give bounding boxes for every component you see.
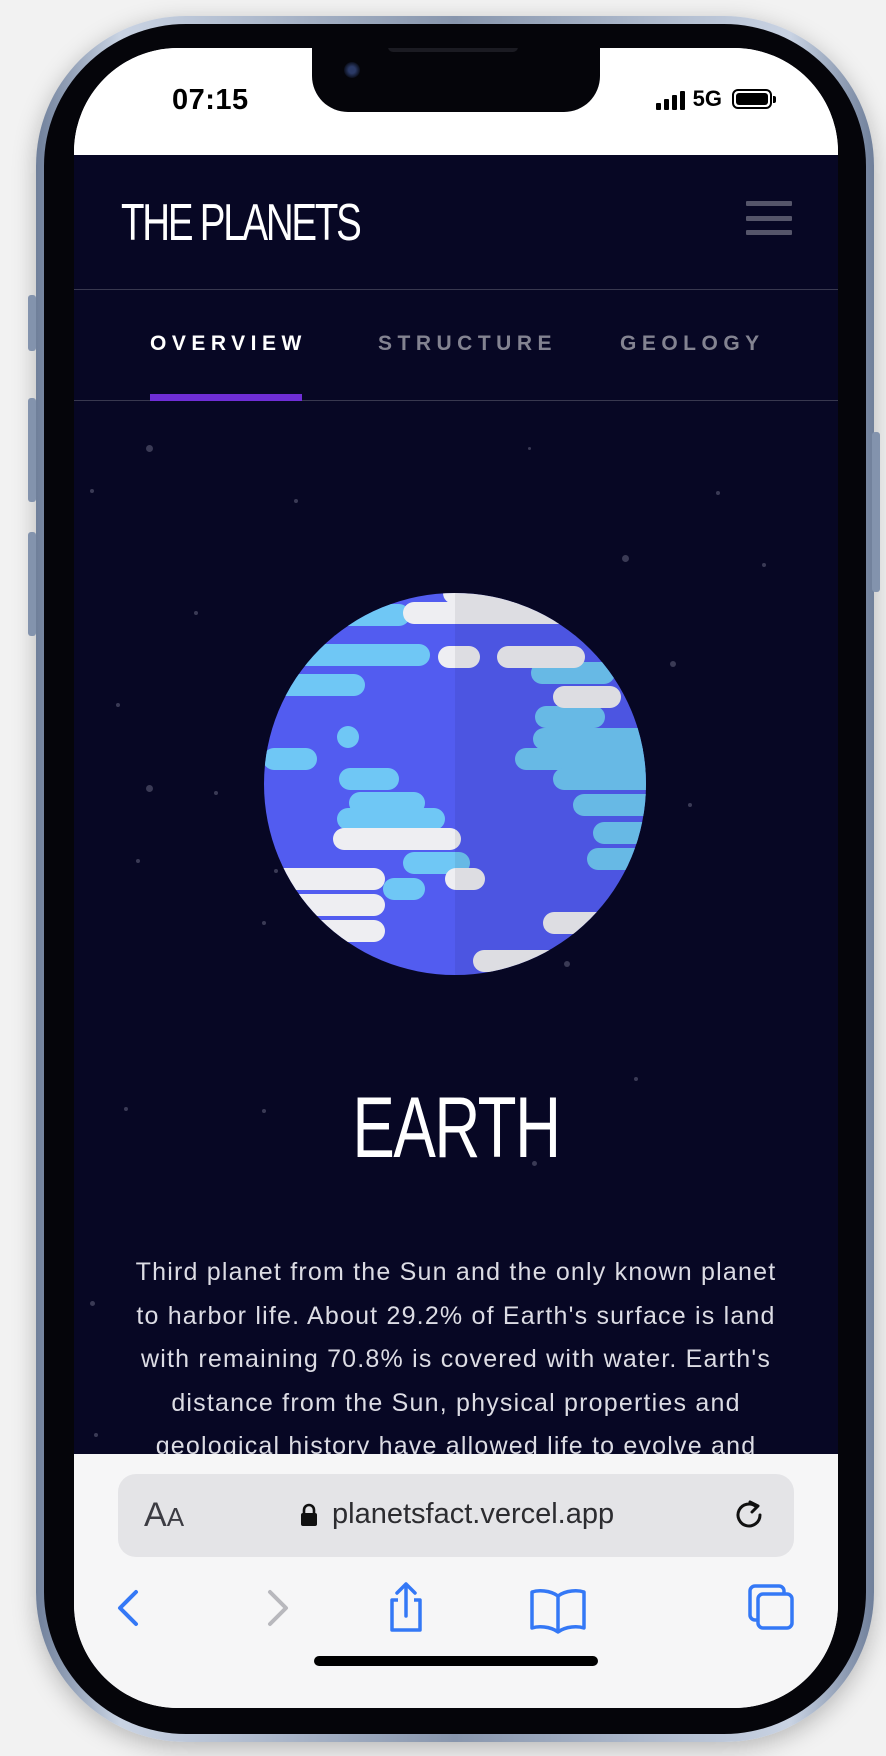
power-button <box>872 432 880 592</box>
star <box>294 499 298 503</box>
app-logo[interactable]: THE PLANETS <box>121 193 362 253</box>
planets-app: THE PLANETS OVERVIEW STRUCTURE GEOLOGY E… <box>74 155 838 1454</box>
star <box>716 491 720 495</box>
cellular-signal-icon <box>655 88 685 110</box>
star <box>94 1433 98 1437</box>
star <box>528 447 531 450</box>
notch <box>312 48 600 112</box>
hamburger-menu-icon[interactable] <box>746 201 792 235</box>
star <box>214 791 218 795</box>
front-camera-icon <box>344 62 360 78</box>
speaker <box>388 48 518 52</box>
star <box>136 859 140 863</box>
share-icon[interactable] <box>378 1580 434 1636</box>
star <box>90 489 94 493</box>
reload-icon[interactable] <box>730 1496 768 1534</box>
status-indicators: 5G <box>655 86 776 112</box>
star <box>622 555 629 562</box>
star <box>146 445 153 452</box>
star <box>670 661 676 667</box>
network-type: 5G <box>692 86 722 111</box>
star <box>194 611 198 615</box>
tabs-icon[interactable] <box>744 1580 800 1636</box>
app-header: THE PLANETS <box>74 155 838 290</box>
star <box>124 1107 128 1111</box>
text-size-button[interactable]: AA <box>144 1496 184 1535</box>
star <box>116 703 120 707</box>
star <box>146 785 153 792</box>
tab-geology[interactable]: GEOLOGY <box>620 332 765 356</box>
volume-up-button <box>28 398 36 502</box>
battery-icon <box>732 89 776 109</box>
tab-structure[interactable]: STRUCTURE <box>378 332 557 356</box>
browser-toolbar <box>74 1580 838 1650</box>
mute-switch <box>28 295 36 351</box>
bookmarks-icon[interactable] <box>528 1582 588 1638</box>
url-text: planetsfact.vercel.app <box>332 1498 615 1530</box>
home-indicator <box>314 1656 598 1666</box>
address-bar[interactable]: AA planetsfact.vercel.app <box>118 1474 794 1557</box>
planet-tabs: OVERVIEW STRUCTURE GEOLOGY <box>74 290 838 401</box>
star <box>90 1301 95 1306</box>
star <box>762 563 766 567</box>
planet-description: Third planet from the Sun and the only k… <box>135 1258 777 1454</box>
active-tab-indicator <box>150 394 302 401</box>
lock-icon <box>301 1503 317 1526</box>
star <box>688 803 692 807</box>
tab-overview[interactable]: OVERVIEW <box>150 332 307 356</box>
status-time: 07:15 <box>172 84 249 116</box>
planet-name: EARTH <box>352 1080 561 1176</box>
earth-illustration <box>264 593 646 975</box>
back-icon[interactable] <box>102 1580 158 1636</box>
text-size-label: AA <box>144 1496 185 1534</box>
browser-bottom-bar: AA planetsfact.vercel.app <box>74 1454 838 1708</box>
phone-screen: 07:15 5G THE PLANETS OVERVIEW STRUCTURE … <box>74 48 838 1708</box>
forward-icon[interactable] <box>248 1580 304 1636</box>
volume-down-button <box>28 532 36 636</box>
